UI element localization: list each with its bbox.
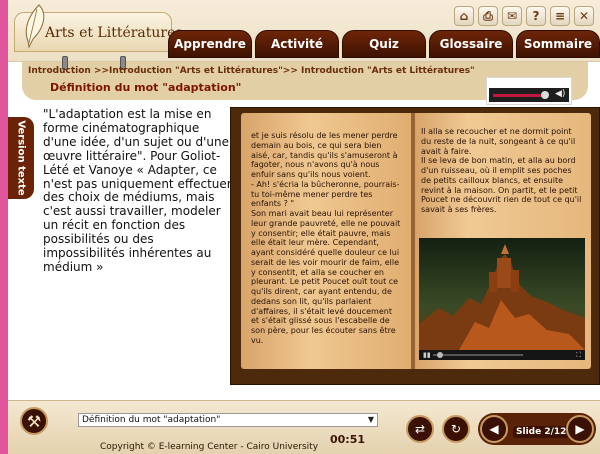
tab-quiz[interactable]: Quiz	[342, 30, 426, 58]
tools-icon[interactable]: ⚒	[20, 407, 48, 435]
tab-apprendre[interactable]: Apprendre	[168, 30, 252, 58]
tab-glossaire[interactable]: Glossaire	[429, 30, 513, 58]
video-progress[interactable]	[433, 354, 523, 356]
audio-progress[interactable]	[493, 94, 543, 97]
app-title: Arts et Littératures	[45, 25, 183, 41]
replay-icon[interactable]: ↻	[442, 415, 470, 443]
help-icon[interactable]: ?	[526, 6, 546, 26]
video-controls: ▮▮ ⛶	[419, 350, 585, 360]
slide-select-value: Définition du mot "adaptation"	[82, 415, 221, 425]
print-icon[interactable]: ⎙	[478, 6, 498, 26]
audio-controls: ◀)	[489, 88, 569, 102]
audio-seek-handle[interactable]	[541, 91, 549, 99]
volume-icon[interactable]: ◀)	[555, 89, 565, 99]
footer: ⚒ Définition du mot "adaptation" ▼ 00:51…	[8, 400, 600, 454]
video-play-icon[interactable]: ▮▮	[423, 351, 431, 359]
text-version-tab[interactable]: Version texte	[8, 117, 34, 199]
text-version-label: Version texte	[15, 120, 27, 196]
fullscreen-icon[interactable]: ⛶	[576, 351, 581, 360]
mail-icon[interactable]: ✉	[502, 6, 522, 26]
audio-player: ◀)	[486, 77, 572, 105]
left-accent-strip	[0, 0, 8, 454]
home-icon[interactable]: ⌂	[454, 6, 474, 26]
main-nav: Apprendre Activité Quiz Glossaire Sommai…	[168, 30, 600, 58]
book-left-page: et je suis résolu de les mener perdre de…	[241, 113, 413, 369]
chevron-down-icon: ▼	[367, 415, 374, 424]
tab-activite[interactable]: Activité	[255, 30, 339, 58]
right-page-text: Il alla se recoucher et ne dormit point …	[421, 127, 582, 214]
timer: 00:51	[330, 433, 366, 446]
breadcrumb[interactable]: Introduction >>Introduction "Arts et Lit…	[28, 66, 475, 76]
next-slide-icon[interactable]: ▶	[566, 415, 594, 443]
video-player[interactable]: ▮▮ ⛶	[419, 238, 585, 360]
main-text: "L'adaptation est la mise en forme ciném…	[43, 107, 232, 274]
audio-toggle-icon[interactable]: ⇄	[406, 415, 434, 443]
app-window: Arts et Littératures ⌂ ⎙ ✉ ? ≡ ✕ Apprend…	[8, 0, 600, 454]
slide-select[interactable]: Définition du mot "adaptation" ▼	[78, 413, 378, 427]
page-title: Définition du mot "adaptation"	[50, 81, 242, 94]
close-icon[interactable]: ✕	[574, 6, 594, 26]
document-icon[interactable]: ≡	[550, 6, 570, 26]
video-frame	[419, 238, 585, 350]
previous-slide-icon[interactable]: ◀	[480, 415, 508, 443]
slide-counter: Slide 2/12	[513, 426, 570, 438]
top-toolbar: ⌂ ⎙ ✉ ? ≡ ✕	[454, 6, 594, 26]
copyright: Copyright © E-learning Center - Cairo Un…	[100, 442, 319, 452]
video-seek-handle[interactable]	[437, 352, 443, 358]
tab-sommaire[interactable]: Sommaire	[516, 30, 600, 58]
app-logo: Arts et Littératures	[14, 4, 183, 52]
header: Arts et Littératures ⌂ ⎙ ✉ ? ≡ ✕ Apprend…	[8, 0, 600, 62]
left-page-text: et je suis résolu de les mener perdre de…	[251, 131, 401, 345]
storybook: et je suis résolu de les mener perdre de…	[230, 107, 600, 385]
